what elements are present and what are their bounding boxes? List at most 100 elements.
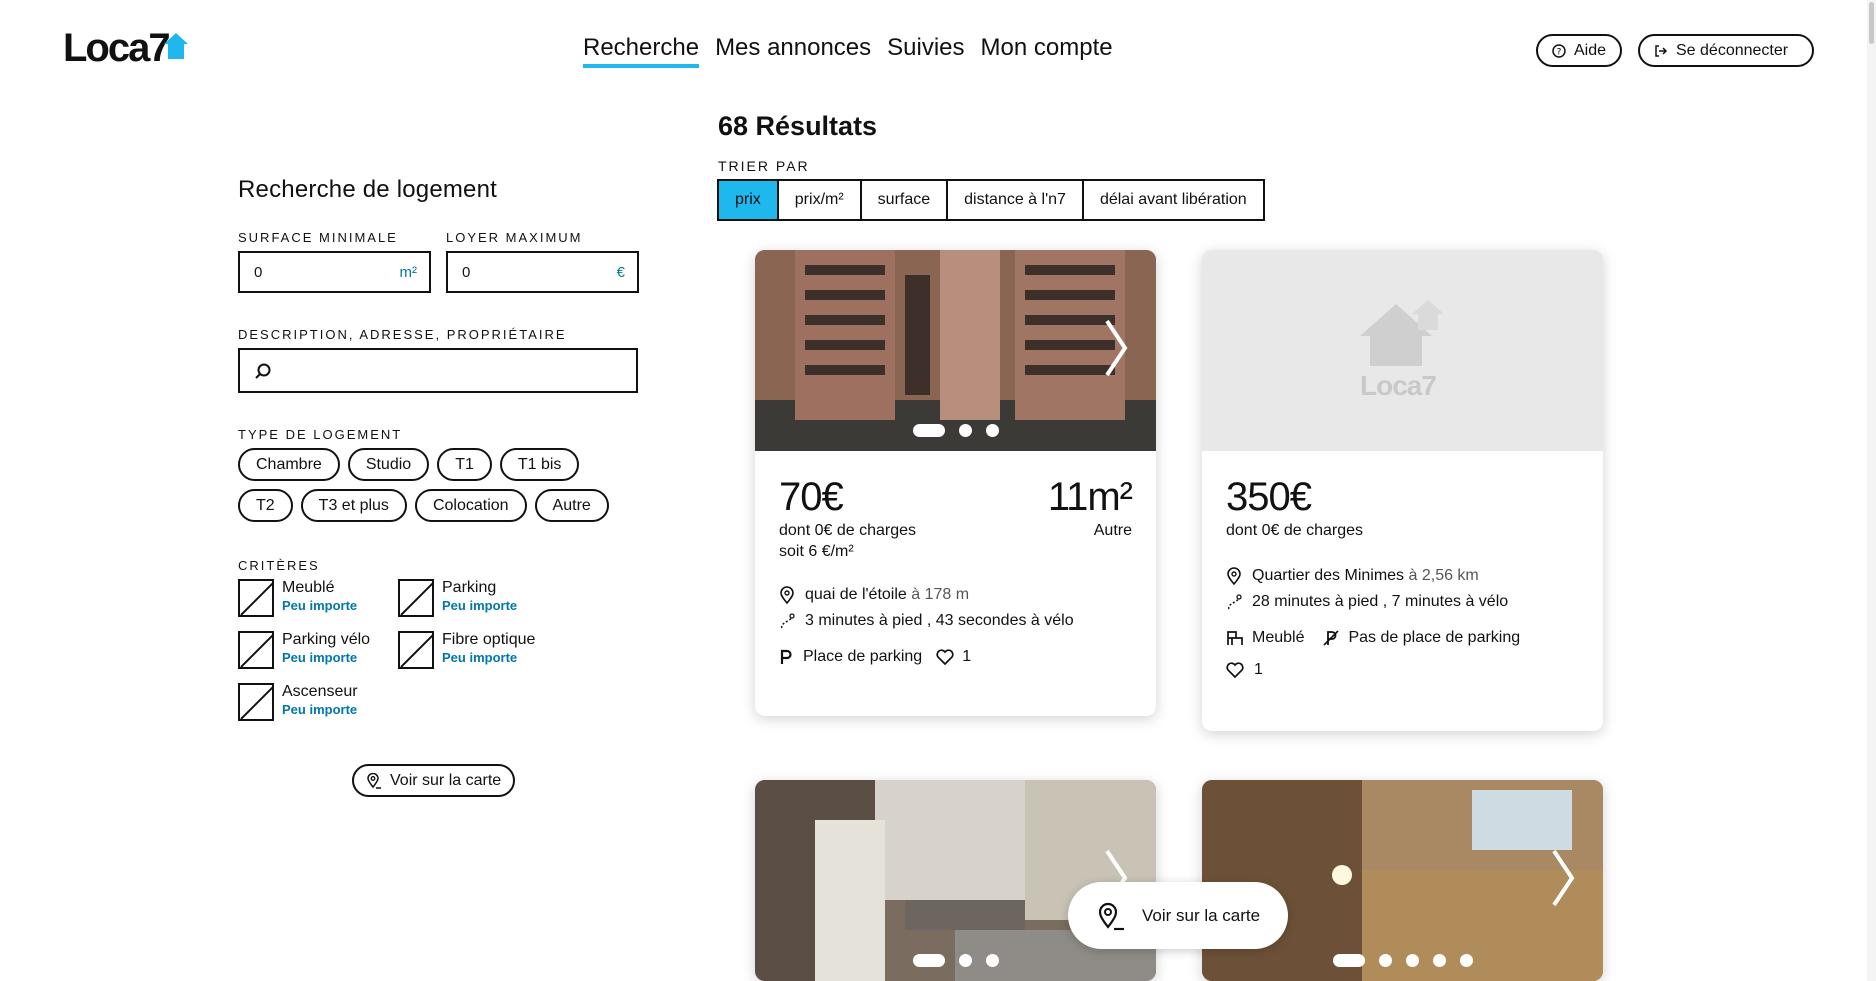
photo-dot[interactable]	[1432, 954, 1446, 967]
listing-features-row: Place de parking 1	[779, 648, 1132, 666]
listing-photo	[755, 780, 1156, 981]
surface-min-input[interactable]: 0 m²	[238, 251, 431, 293]
listing-card[interactable]	[755, 780, 1156, 981]
type-label: TYPE DE LOGEMENT	[238, 427, 403, 442]
type-pill-t3-plus[interactable]: T3 et plus	[300, 489, 407, 522]
page-scrollbar[interactable]	[1867, 0, 1876, 981]
photo-dot[interactable]	[1459, 954, 1473, 967]
like-button[interactable]: 1	[1226, 661, 1579, 679]
furniture-icon	[1227, 631, 1243, 645]
tristate-checkbox[interactable]	[238, 683, 274, 721]
sort-surface[interactable]: surface	[861, 181, 949, 219]
listing-features-row: Meublé Pas de place de parking	[1226, 629, 1579, 647]
photo-dot[interactable]	[958, 954, 972, 967]
loyer-value: 0	[462, 263, 471, 281]
room-photo	[1202, 780, 1603, 981]
photo-dot[interactable]	[958, 424, 972, 437]
tristate-checkbox[interactable]	[398, 631, 434, 669]
listing-price: 70€	[779, 475, 844, 519]
map-pin-icon	[1098, 902, 1124, 930]
route-icon	[780, 613, 795, 629]
nav-mes-annonces[interactable]: Mes annonces	[715, 34, 871, 68]
sort-distance[interactable]: distance à l'n7	[948, 181, 1084, 219]
listing-type: Autre	[1093, 522, 1132, 539]
type-pill-colocation[interactable]: Colocation	[414, 489, 527, 522]
location-pin-icon	[1227, 567, 1241, 585]
nav-recherche[interactable]: Recherche	[583, 34, 700, 68]
listing-price-per-m2: soit 6 €/m²	[779, 543, 854, 560]
photo-dot[interactable]	[1405, 954, 1419, 967]
search-input[interactable]	[238, 348, 638, 393]
listing-photo	[1202, 780, 1603, 981]
nav-suivies[interactable]: Suivies	[887, 34, 964, 68]
listing-feature-parking: Pas de place de parking	[1348, 629, 1521, 646]
listing-card[interactable]: 70€ dont 0€ de charges soit 6 €/m² 11m² …	[755, 250, 1156, 716]
listing-address: Quartier des Minimes	[1252, 567, 1405, 584]
sort-delai[interactable]: délai avant libération	[1083, 181, 1263, 219]
sort-bar: prix prix/m² surface distance à l'n7 dél…	[717, 179, 1265, 221]
photo-dot-active[interactable]	[1332, 954, 1365, 967]
photo-dot-active[interactable]	[912, 424, 945, 437]
criterion-parking[interactable]: Parking Peu importe	[398, 579, 558, 617]
criterion-name: Parking vélo	[282, 631, 371, 648]
sidebar-map-label: Voir sur la carte	[390, 771, 502, 789]
criterion-value: Peu importe	[442, 598, 518, 613]
listing-card[interactable]: Loca7 350€ dont 0€ de charges Quartier d…	[1202, 250, 1603, 731]
listing-card[interactable]	[1202, 780, 1603, 981]
criterion-parking-velo[interactable]: Parking vélo Peu importe	[238, 631, 398, 669]
type-pill-t2[interactable]: T2	[238, 489, 293, 522]
no-parking-icon	[1323, 630, 1340, 646]
listing-travel-time: 3 minutes à pied , 43 secondes à vélo	[805, 612, 1074, 629]
logout-label: Se déconnecter	[1676, 41, 1789, 59]
scrollbar-thumb[interactable]	[1869, 2, 1874, 44]
logo[interactable]: Loca7	[63, 25, 189, 70]
type-pill-t1-bis[interactable]: T1 bis	[499, 448, 580, 481]
sort-prix-m2[interactable]: prix/m²	[778, 181, 862, 219]
type-pill-t1[interactable]: T1	[437, 448, 492, 481]
nav-mon-compte[interactable]: Mon compte	[981, 34, 1113, 68]
surface-unit: m²	[399, 263, 418, 281]
criterion-value: Peu importe	[282, 598, 358, 613]
listing-travel-row: 3 minutes à pied , 43 secondes à vélo	[779, 612, 1132, 630]
criterion-meuble[interactable]: Meublé Peu importe	[238, 579, 398, 617]
criterion-value: Peu importe	[282, 650, 358, 665]
heart-icon	[1226, 662, 1244, 678]
like-count: 1	[962, 648, 972, 665]
route-icon	[1227, 594, 1242, 610]
next-photo-icon[interactable]	[1104, 318, 1128, 378]
logo-text: Loca7	[63, 25, 171, 70]
sort-label: TRIER PAR	[718, 158, 810, 174]
criterion-ascenseur[interactable]: Ascenseur Peu importe	[238, 683, 398, 721]
listing-surface: 11m²	[1047, 475, 1133, 519]
tristate-checkbox[interactable]	[238, 631, 274, 669]
surface-value: 0	[254, 263, 263, 281]
type-pill-studio[interactable]: Studio	[347, 448, 430, 481]
kitchen-photo	[755, 780, 1156, 981]
type-pill-autre[interactable]: Autre	[534, 489, 609, 522]
listing-feature-furnished: Meublé	[1252, 629, 1305, 646]
sidebar-title: Recherche de logement	[238, 176, 498, 203]
sidebar-map-button[interactable]: Voir sur la carte	[352, 764, 516, 797]
criterion-fibre[interactable]: Fibre optique Peu importe	[398, 631, 558, 669]
listing-address-row: Quartier des Minimes à 2,56 km	[1226, 567, 1579, 585]
loyer-max-input[interactable]: 0 €	[446, 251, 639, 293]
search-icon	[255, 363, 271, 379]
photo-dot-active[interactable]	[912, 954, 945, 967]
aide-button[interactable]: ? Aide	[1536, 34, 1622, 67]
listing-travel-row: 28 minutes à pied , 7 minutes à vélo	[1226, 593, 1579, 611]
map-pin-icon	[367, 772, 381, 789]
floating-map-button[interactable]: Voir sur la carte	[1068, 882, 1288, 949]
photo-dot[interactable]	[985, 424, 999, 437]
main-nav: Recherche Mes annonces Suivies Mon compt…	[583, 34, 1113, 68]
next-photo-icon[interactable]	[1551, 848, 1575, 908]
photo-dot[interactable]	[985, 954, 999, 967]
logout-button[interactable]: Se déconnecter	[1638, 34, 1814, 67]
photo-dot[interactable]	[1378, 954, 1392, 967]
listing-charges: dont 0€ de charges	[779, 522, 916, 539]
tristate-checkbox[interactable]	[238, 579, 274, 617]
type-pill-chambre[interactable]: Chambre	[238, 448, 340, 481]
tristate-checkbox[interactable]	[398, 579, 434, 617]
placeholder-logo-text: Loca7	[1360, 370, 1437, 401]
sort-prix[interactable]: prix	[719, 181, 779, 219]
like-button[interactable]: 1	[936, 648, 971, 666]
